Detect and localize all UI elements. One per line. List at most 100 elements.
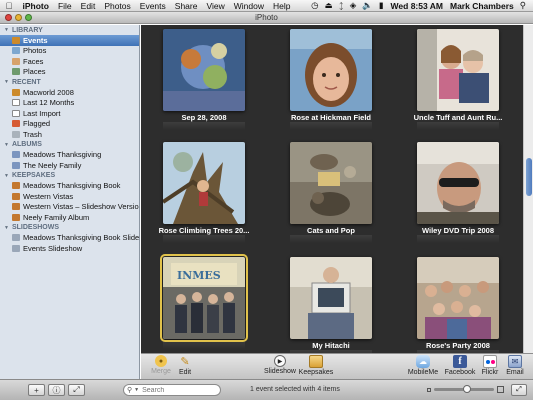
zoom-knob[interactable] [463, 385, 471, 393]
sidebar-item-macworld-2008[interactable]: Macworld 2008 [0, 87, 139, 98]
sidebar-item-western-vistas[interactable]: Western Vistas [0, 191, 139, 202]
section-library[interactable]: ▼ LIBRARY [0, 25, 139, 35]
menu-view[interactable]: View [202, 1, 229, 11]
event-title[interactable]: My Hitachi [281, 341, 381, 350]
event-title[interactable]: Rose at Hickman Field [281, 113, 381, 122]
sidebar-item-events[interactable]: Events [0, 35, 139, 46]
event-uncle-tuff-and-aunt-ru[interactable]: Uncle Tuff and Aunt Ru... [408, 29, 508, 130]
mobileme-button[interactable]: ☁ MobileMe [405, 355, 441, 376]
sidebar-item-neely-family-album[interactable]: Neely Family Album [0, 212, 139, 223]
event-thumbnail[interactable] [163, 29, 245, 111]
sidebar-item-flagged[interactable]: Flagged [0, 119, 139, 130]
event-thumbnail[interactable] [417, 257, 499, 339]
disclosure-triangle-icon[interactable]: ▼ [4, 173, 9, 179]
sidebar-item-trash[interactable]: Trash [0, 129, 139, 140]
wifi-icon[interactable]: ◈ [347, 0, 360, 11]
menu-app-name[interactable]: iPhoto [18, 1, 53, 11]
flag-icon [12, 120, 20, 128]
menu-photos[interactable]: Photos [100, 1, 135, 11]
sidebar-item-last-12-months[interactable]: Last 12 Months [0, 98, 139, 109]
disclosure-triangle-icon[interactable]: ▼ [4, 142, 9, 148]
sidebar-item-places[interactable]: Places [0, 67, 139, 78]
disclosure-triangle-icon[interactable]: ▼ [4, 79, 9, 85]
spotlight-icon[interactable]: ⚲ [517, 0, 529, 11]
thumbnail-reflection [163, 235, 245, 243]
sidebar-item-thanksgiving-book[interactable]: Meadows Thanksgiving Book [0, 181, 139, 192]
trash-icon [12, 130, 20, 138]
sidebar-item-events-slideshow[interactable]: Events Slideshow [0, 243, 139, 254]
menu-help[interactable]: Help [268, 1, 294, 11]
email-label: Email [506, 369, 524, 376]
scrollbar-thumb[interactable] [526, 158, 532, 196]
menu-edit[interactable]: Edit [76, 1, 100, 11]
search-field[interactable]: ⚲ ▼ [123, 384, 221, 396]
zoom-slider[interactable] [427, 385, 504, 393]
sidebar-item-last-import[interactable]: Last Import [0, 108, 139, 119]
menu-clock[interactable]: Wed 8:53 AM [387, 1, 447, 11]
event-thumbnail[interactable]: INMES [160, 254, 248, 342]
sidebar-item-photos[interactable]: Photos [0, 46, 139, 57]
event-selected[interactable]: INMES [154, 254, 254, 349]
info-icon: ⓘ [52, 385, 61, 395]
event-my-hitachi[interactable]: My Hitachi [281, 257, 381, 353]
event-title[interactable]: Rose Climbing Trees 20... [154, 226, 254, 235]
bluetooth-icon[interactable]: ᛨ [336, 1, 347, 11]
info-button[interactable]: ⓘ [48, 384, 65, 396]
battery-icon[interactable]: ▮ [376, 0, 387, 11]
volume-icon[interactable]: 🔈 [359, 0, 376, 11]
disclosure-triangle-icon[interactable]: ▼ [4, 225, 9, 231]
slideshow-button[interactable]: ▶ Slideshow [262, 355, 298, 375]
sidebar-item-faces[interactable]: Faces [0, 56, 139, 67]
section-keepsakes[interactable]: ▼ KEEPSAKES [0, 171, 139, 181]
disclosure-triangle-icon[interactable]: ▼ [4, 27, 9, 33]
merge-icon: ● [155, 355, 167, 367]
menu-events[interactable]: Events [135, 1, 170, 11]
event-thumbnail[interactable] [417, 142, 499, 224]
event-title[interactable]: Uncle Tuff and Aunt Ru... [408, 113, 508, 122]
event-thumbnail[interactable] [417, 29, 499, 111]
sidebar-item-meadows-thanksgiving[interactable]: Meadows Thanksgiving [0, 150, 139, 161]
event-thumbnail[interactable] [290, 142, 372, 224]
thumbnail-reflection [163, 341, 245, 349]
sidebar-item-neely-family[interactable]: The Neely Family [0, 160, 139, 171]
email-button[interactable]: ✉ Email [497, 355, 533, 376]
vertical-scrollbar[interactable] [523, 25, 533, 353]
event-cats-and-pop[interactable]: Cats and Pop [281, 142, 381, 243]
eject-icon[interactable]: ⏏ [322, 0, 336, 11]
section-slideshows[interactable]: ▼ SLIDESHOWS [0, 223, 139, 233]
event-thumbnail[interactable] [290, 29, 372, 111]
event-sep-28-2008[interactable]: Sep 28, 2008 [154, 29, 254, 130]
keepsakes-button[interactable]: Keepsakes [298, 355, 334, 376]
photos-icon [12, 47, 20, 55]
event-rose-at-hickman-field[interactable]: Rose at Hickman Field [281, 29, 381, 130]
event-thumbnail[interactable] [290, 257, 372, 339]
event-title[interactable]: Sep 28, 2008 [154, 113, 254, 122]
sidebar-item-western-vistas-slideshow-version[interactable]: Western Vistas – Slideshow Version [0, 202, 139, 213]
search-input[interactable] [142, 386, 203, 394]
apple-menu-icon[interactable]:  [0, 1, 18, 11]
event-rose-climbing-trees[interactable]: Rose Climbing Trees 20... [154, 142, 254, 243]
menu-file[interactable]: File [53, 1, 76, 11]
section-albums[interactable]: ▼ ALBUMS [0, 140, 139, 150]
section-recent[interactable]: ▼ RECENT [0, 77, 139, 87]
menu-extras: ◷ ⏏ ᛨ ◈ 🔈 ▮ Wed 8:53 AM Mark Chambers ⚲ [308, 0, 533, 11]
add-button[interactable]: + [28, 384, 45, 396]
menu-window[interactable]: Window [229, 1, 268, 11]
menu-share[interactable]: Share [170, 1, 202, 11]
event-title[interactable]: Wiley DVD Trip 2008 [408, 226, 508, 235]
time-machine-icon[interactable]: ◷ [308, 0, 321, 11]
chevron-down-icon[interactable]: ▼ [134, 387, 139, 393]
menu-user[interactable]: Mark Chambers [447, 1, 517, 11]
edit-button[interactable]: ✎ Edit [167, 355, 203, 376]
fullscreen-edit-button[interactable]: ⤢ [68, 384, 85, 396]
event-wiley-dvd-trip-2008[interactable]: Wiley DVD Trip 2008 [408, 142, 508, 243]
event-roses-party-2008[interactable]: Rose's Party 2008 [408, 257, 508, 353]
fullscreen-button[interactable]: ⤢ [511, 384, 527, 396]
event-title[interactable]: Rose's Party 2008 [408, 341, 508, 350]
event-title[interactable]: Cats and Pop [281, 226, 381, 235]
event-thumbnail[interactable] [163, 142, 245, 224]
zoom-track[interactable] [434, 385, 494, 393]
bottom-toolbar: ● Merge ✎ Edit ▶ Slideshow Keepsakes ☁ M… [141, 353, 533, 379]
sidebar-item-thanksgiving-book-slideshow[interactable]: Meadows Thanksgiving Book Slideshow [0, 233, 139, 244]
window-title: iPhoto [255, 13, 278, 22]
